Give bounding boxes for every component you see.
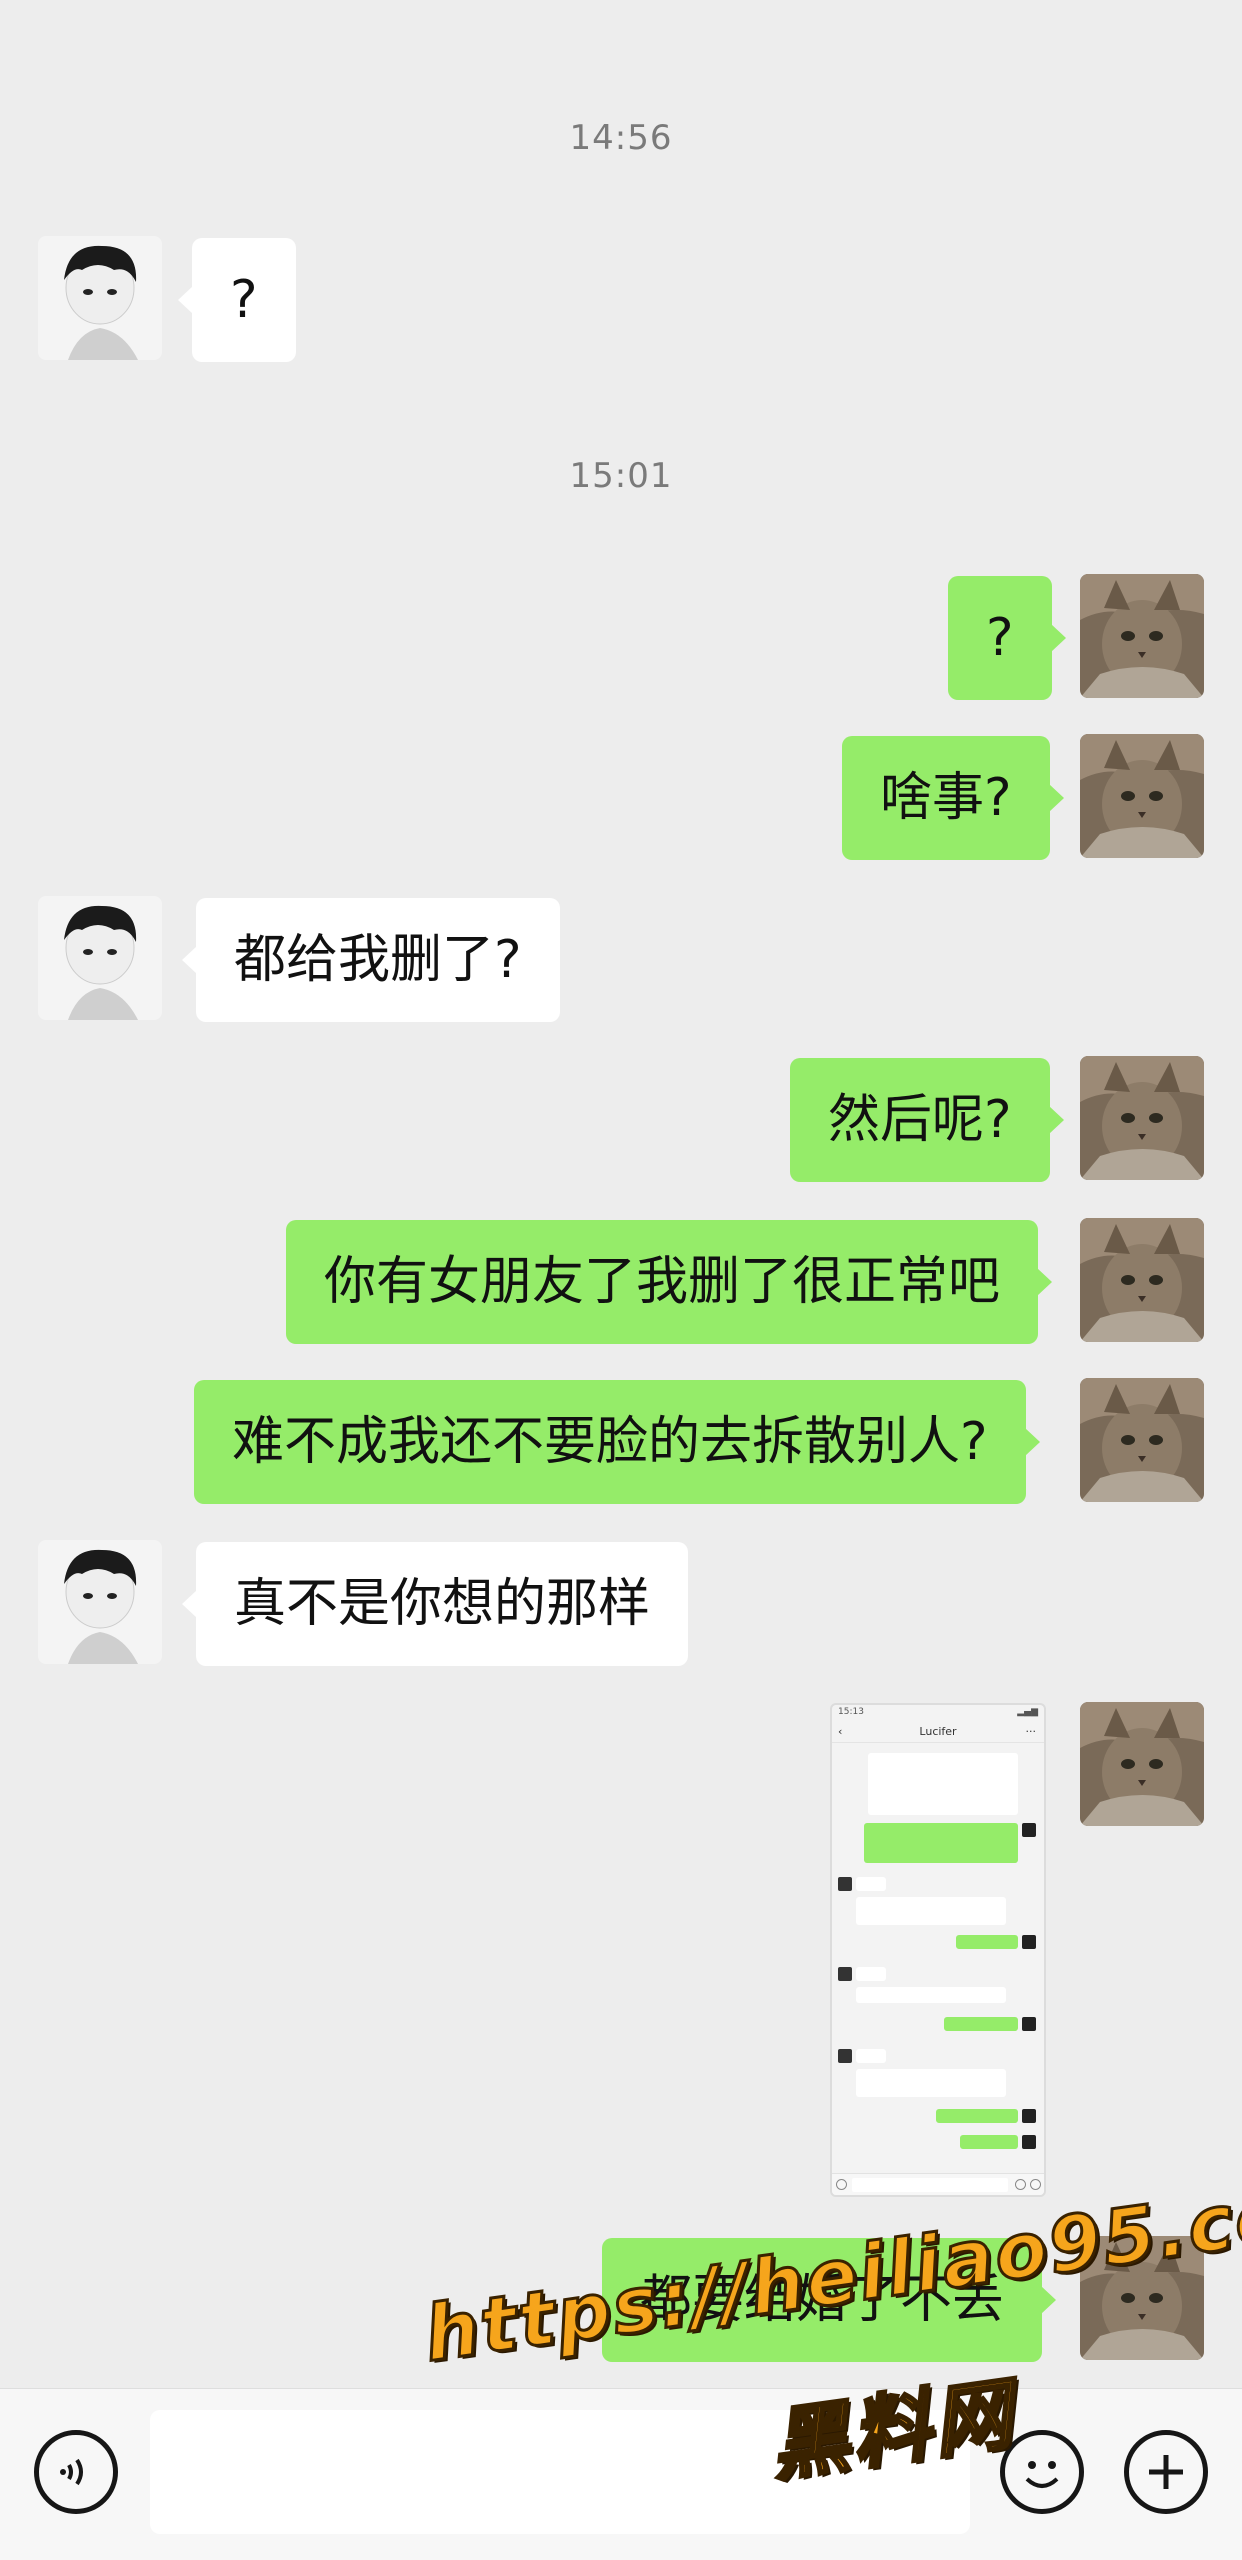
message-bubble[interactable]: 啥事? [842,736,1064,860]
embedded-message [956,1935,1036,1949]
my-avatar[interactable] [1080,1702,1204,1826]
plus-icon [1149,2455,1183,2489]
message-bubble[interactable]: 都给我删了? [182,898,560,1022]
timestamp: 14:56 [569,118,673,158]
embedded-status-bar: 15:13 ▂▄▆ [832,1705,1044,1721]
embedded-message [868,1753,1018,1815]
embedded-message [864,1823,1036,1863]
timestamp: 15:01 [569,456,673,496]
embedded-message [856,2069,1006,2097]
embedded-input-bar [832,2173,1044,2195]
embedded-header: ‹ Lucifer ··· [832,1721,1044,1743]
embedded-message [944,2017,1036,2031]
my-avatar[interactable] [1080,1218,1204,1342]
my-avatar[interactable] [1080,1056,1204,1180]
plus-button[interactable] [1124,2430,1208,2514]
embedded-message [856,1897,1006,1925]
voice-button[interactable] [34,2430,118,2514]
embedded-signal-icon: ▂▄▆ [1017,1707,1038,1717]
embedded-message [838,1877,886,1891]
message-bubble[interactable]: ? [948,576,1066,700]
my-avatar[interactable] [1080,574,1204,698]
my-avatar[interactable] [1080,734,1204,858]
message-bubble[interactable]: ? [178,238,296,362]
embedded-message [936,2109,1036,2123]
embedded-time: 15:13 [838,1707,864,1717]
message-bubble[interactable]: 难不成我还不要脸的去拆散别人? [194,1380,1040,1504]
my-avatar[interactable] [1080,1378,1204,1502]
embedded-message [960,2135,1036,2149]
embedded-message [838,1967,886,1981]
message-bubble[interactable]: 然后呢? [790,1058,1064,1182]
embedded-contact-name: Lucifer [919,1725,957,1738]
embedded-more-icon: ··· [1025,1725,1037,1738]
embedded-back-icon: ‹ [838,1725,843,1738]
contact-avatar[interactable] [38,236,162,360]
embedded-message [838,2049,886,2063]
contact-avatar[interactable] [38,896,162,1020]
message-bubble[interactable]: 你有女朋友了我删了很正常吧 [286,1220,1053,1344]
voice-icon [60,2458,83,2486]
message-bubble[interactable]: 真不是你想的那样 [181,1542,689,1666]
embedded-message [856,1987,1006,2003]
image-message[interactable]: 15:13 ▂▄▆ ‹ Lucifer ··· [830,1703,1046,2197]
contact-avatar[interactable] [38,1540,162,1664]
